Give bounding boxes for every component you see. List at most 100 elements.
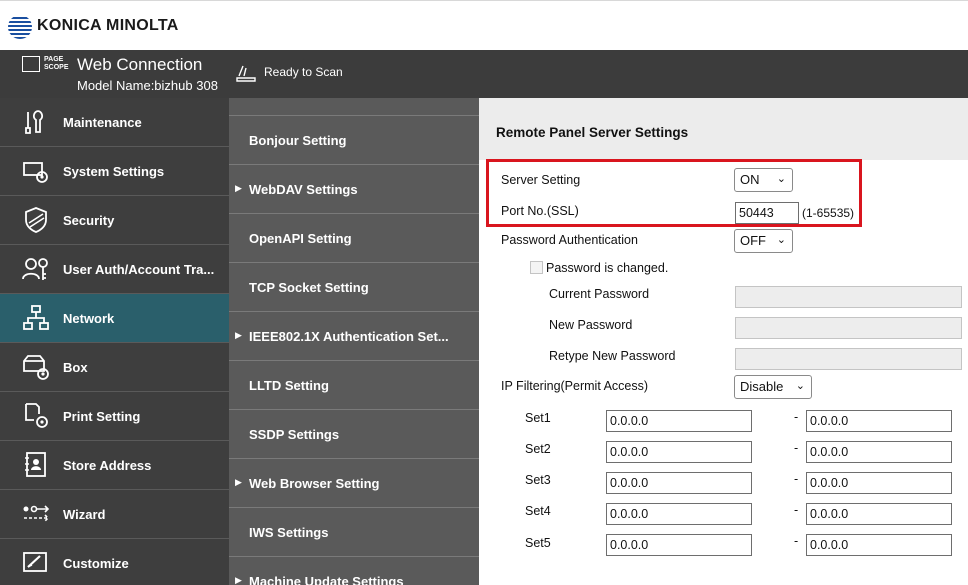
submenu-item-webdav[interactable]: ▶ WebDAV Settings xyxy=(229,165,479,214)
ip-set-separator: - xyxy=(794,503,799,517)
konica-minolta-logo-icon xyxy=(8,15,32,39)
panel-header: Remote Panel Server Settings xyxy=(479,98,968,160)
submenu-item-bonjour[interactable]: Bonjour Setting xyxy=(229,116,479,165)
wizard-icon xyxy=(23,505,50,522)
expand-arrow-icon: ▶ xyxy=(235,477,242,487)
scanner-status-icon xyxy=(236,65,256,82)
sidebar-item-print-setting[interactable]: Print Setting xyxy=(0,392,229,441)
page-title: Remote Panel Server Settings xyxy=(496,125,689,140)
password-changed-label: Password is changed. xyxy=(546,261,669,275)
sidebar-item-customize[interactable]: Customize xyxy=(0,539,229,585)
submenu-item-label: SSDP Settings xyxy=(249,427,340,442)
current-password-input[interactable] xyxy=(735,286,962,308)
submenu-item-label: IEEE802.1X Authentication Set... xyxy=(249,329,449,344)
main-sidebar: Maintenance System Settings Security Use… xyxy=(0,98,229,585)
ip-set-to-input[interactable]: 0.0.0.0 xyxy=(806,503,952,525)
chevron-down-icon: ⌄ xyxy=(776,234,786,246)
submenu-item-ieee8021x[interactable]: ▶ IEEE802.1X Authentication Set... xyxy=(229,312,479,361)
print-setting-icon xyxy=(25,403,48,428)
ip-set-from-input[interactable]: 0.0.0.0 xyxy=(606,534,752,556)
current-password-label: Current Password xyxy=(549,287,650,301)
password-changed-checkbox[interactable] xyxy=(530,261,543,274)
port-label: Port No.(SSL) xyxy=(501,204,579,218)
box-icon xyxy=(23,355,49,380)
ip-set-label: Set3 xyxy=(525,473,551,487)
retype-password-input[interactable] xyxy=(735,348,962,370)
sidebar-item-label: Box xyxy=(63,360,88,375)
chevron-down-icon: ⌄ xyxy=(795,380,805,392)
password-auth-label: Password Authentication xyxy=(501,233,638,247)
security-shield-icon xyxy=(25,207,47,233)
expand-arrow-icon: ▶ xyxy=(235,330,242,340)
ip-set-separator: - xyxy=(794,441,799,455)
sidebar-item-label: Maintenance xyxy=(63,115,142,130)
submenu-item-machine-update[interactable]: ▶ Machine Update Settings xyxy=(229,557,479,585)
brand-name: KONICA MINOLTA xyxy=(37,17,179,34)
submenu-item-iws[interactable]: IWS Settings xyxy=(229,508,479,557)
submenu-item-label: OpenAPI Setting xyxy=(249,231,352,246)
expand-arrow-icon: ▶ xyxy=(235,183,242,193)
maintenance-icon xyxy=(25,110,43,134)
sidebar-item-user-auth[interactable]: User Auth/Account Tra... xyxy=(0,245,229,294)
app-title: Web Connection xyxy=(77,55,203,74)
pagescope-logo-icon: PAGE SCOPE xyxy=(22,56,72,74)
network-submenu: Bonjour Setting ▶ WebDAV Settings OpenAP… xyxy=(229,98,479,585)
new-password-input[interactable] xyxy=(735,317,962,339)
ip-filtering-label: IP Filtering(Permit Access) xyxy=(501,379,649,393)
expand-arrow-icon: ▶ xyxy=(235,575,242,585)
submenu-item-label: Machine Update Settings xyxy=(249,574,404,585)
password-auth-select[interactable]: OFF ⌄ xyxy=(734,229,793,253)
sidebar-item-maintenance[interactable]: Maintenance xyxy=(0,98,229,147)
ip-set-to-input[interactable]: 0.0.0.0 xyxy=(806,472,952,494)
submenu-item-label: Bonjour Setting xyxy=(249,133,347,148)
ip-set-label: Set1 xyxy=(525,411,551,425)
port-input[interactable]: 50443 xyxy=(735,202,799,224)
sidebar-item-label: Wizard xyxy=(63,507,106,522)
user-auth-icon xyxy=(22,258,48,280)
ip-set-from-input[interactable]: 0.0.0.0 xyxy=(606,472,752,494)
new-password-label: New Password xyxy=(549,318,633,332)
sidebar-item-security[interactable]: Security xyxy=(0,196,229,245)
sidebar-item-wizard[interactable]: Wizard xyxy=(0,490,229,539)
ip-set-to-input[interactable]: 0.0.0.0 xyxy=(806,534,952,556)
submenu-item-label: TCP Socket Setting xyxy=(249,280,369,295)
ip-set-from-input[interactable]: 0.0.0.0 xyxy=(606,503,752,525)
sidebar-item-box[interactable]: Box xyxy=(0,343,229,392)
sidebar-item-label: Security xyxy=(63,213,115,228)
sidebar-item-system-settings[interactable]: System Settings xyxy=(0,147,229,196)
sidebar-item-label: Network xyxy=(63,311,115,326)
ip-set-from-input[interactable]: 0.0.0.0 xyxy=(606,410,752,432)
sidebar-item-label: Store Address xyxy=(63,458,152,473)
ip-set-label: Set5 xyxy=(525,536,551,550)
submenu-item-label: Web Browser Setting xyxy=(249,476,380,491)
sidebar-item-store-address[interactable]: Store Address xyxy=(0,441,229,490)
port-range: (1-65535) xyxy=(802,206,855,220)
submenu-scroll-edge xyxy=(229,98,479,116)
sidebar-item-label: Print Setting xyxy=(63,409,141,424)
ip-set-to-input[interactable]: 0.0.0.0 xyxy=(806,410,952,432)
ip-set-label: Set2 xyxy=(525,442,551,456)
network-icon xyxy=(23,305,49,330)
ip-set-separator: - xyxy=(794,472,799,486)
ip-set-from-input[interactable]: 0.0.0.0 xyxy=(606,441,752,463)
sidebar-item-label: Customize xyxy=(63,556,129,571)
submenu-item-label: WebDAV Settings xyxy=(249,182,358,197)
ip-set-separator: - xyxy=(794,410,799,424)
system-settings-icon xyxy=(23,162,48,183)
submenu-item-web-browser[interactable]: ▶ Web Browser Setting xyxy=(229,459,479,508)
retype-password-label: Retype New Password xyxy=(549,349,676,363)
sidebar-item-label: User Auth/Account Tra... xyxy=(63,262,215,277)
chevron-down-icon: ⌄ xyxy=(776,173,786,185)
submenu-item-lltd[interactable]: LLTD Setting xyxy=(229,361,479,410)
device-status: Ready to Scan xyxy=(264,65,343,79)
submenu-item-tcp-socket[interactable]: TCP Socket Setting xyxy=(229,263,479,312)
sidebar-item-network[interactable]: Network xyxy=(0,294,229,343)
customize-icon xyxy=(23,552,47,572)
submenu-item-label: LLTD Setting xyxy=(249,378,329,393)
submenu-item-openapi[interactable]: OpenAPI Setting xyxy=(229,214,479,263)
ip-filtering-select[interactable]: Disable ⌄ xyxy=(734,375,812,399)
submenu-item-label: IWS Settings xyxy=(249,525,329,540)
submenu-item-ssdp[interactable]: SSDP Settings xyxy=(229,410,479,459)
ip-set-to-input[interactable]: 0.0.0.0 xyxy=(806,441,952,463)
server-setting-select[interactable]: ON ⌄ xyxy=(734,168,793,192)
